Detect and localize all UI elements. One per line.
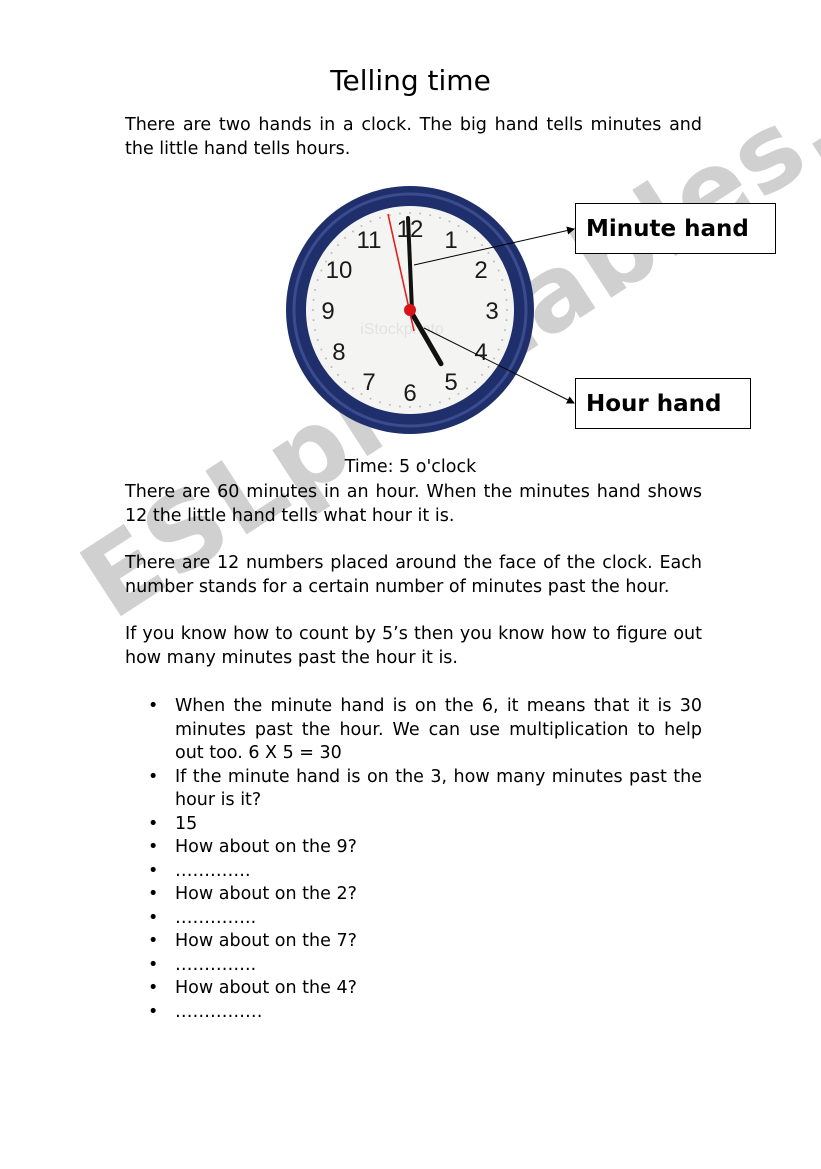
list-item: If the minute hand is on the 3, how many… <box>148 766 702 813</box>
paragraph-count-by-5: If you know how to count by 5’s then you… <box>125 624 702 668</box>
minute-hand-label: Minute hand <box>575 203 776 254</box>
list-item: ………….. <box>148 907 702 931</box>
hour-hand-arrow <box>423 327 575 404</box>
list-item: 15 <box>148 813 702 837</box>
list-item: How about on the 4? <box>148 977 702 1001</box>
list-item: How about on the 2? <box>148 883 702 907</box>
paragraph-minutes: There are 60 minutes in an hour. When th… <box>125 482 702 526</box>
list-item: When the minute hand is on the 6, it mea… <box>148 695 702 766</box>
question-list: When the minute hand is on the 6, it mea… <box>148 695 702 1024</box>
list-item: How about on the 7? <box>148 930 702 954</box>
list-item: …………. <box>148 860 702 884</box>
list-item: ………….. <box>148 954 702 978</box>
hour-hand-label: Hour hand <box>575 378 751 429</box>
paragraph-numbers: There are 12 numbers placed around the f… <box>125 553 702 597</box>
minute-hand-arrow <box>413 226 575 266</box>
list-item: …………… <box>148 1001 702 1025</box>
list-item: How about on the 9? <box>148 836 702 860</box>
time-caption: Time: 5 o'clock <box>344 457 477 477</box>
